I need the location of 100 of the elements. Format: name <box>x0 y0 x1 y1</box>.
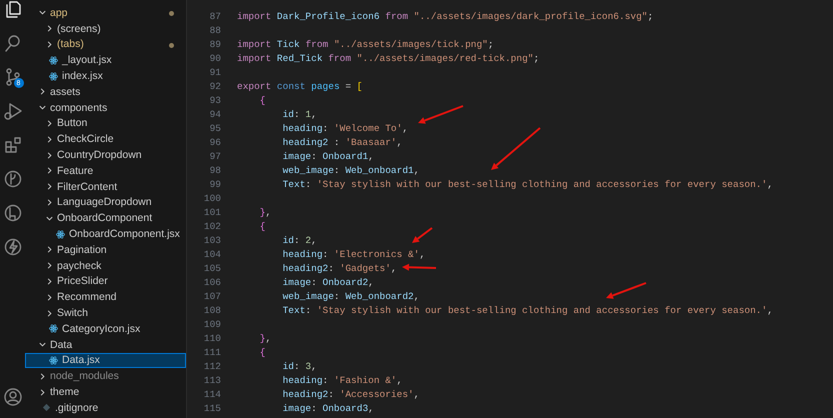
line-number: 96 <box>208 136 221 150</box>
folder-item[interactable]: app <box>25 5 186 21</box>
arrow-annotation <box>606 282 646 299</box>
atom-icon <box>49 72 58 81</box>
line-number: 108 <box>202 304 221 318</box>
folder-item[interactable]: Data <box>25 336 186 353</box>
folder-item[interactable]: CountryDropdown <box>25 147 186 163</box>
branch-icon[interactable] <box>4 68 22 86</box>
line-number: 87 <box>208 10 221 24</box>
folder-item[interactable]: PriceSlider <box>25 274 186 290</box>
file-item[interactable]: OnboardComponent.jsx <box>25 226 186 242</box>
folder-item[interactable]: theme <box>25 384 186 400</box>
blocks-icon[interactable] <box>4 136 22 154</box>
line-number: 106 <box>202 276 221 290</box>
file-item[interactable]: Data.jsx <box>25 352 186 368</box>
line-number: 93 <box>208 94 221 108</box>
folder-item[interactable]: Switch <box>25 305 186 321</box>
line-number: 113 <box>202 374 221 388</box>
arrow-annotation <box>491 127 541 170</box>
arrow-annotation <box>412 227 433 243</box>
diamond-icon <box>42 403 51 412</box>
code-line: }, <box>258 332 272 346</box>
line-number: 112 <box>202 360 221 374</box>
code-line: }, <box>258 206 272 220</box>
search-icon[interactable] <box>4 34 22 52</box>
file-item[interactable]: .gitignore <box>25 400 186 416</box>
files-icon[interactable] <box>4 0 22 18</box>
line-number: 92 <box>208 80 221 94</box>
folder-item[interactable]: node_modules <box>25 368 186 384</box>
line-number: 90 <box>208 52 221 66</box>
chevron-down-icon[interactable] <box>38 103 47 112</box>
account-icon[interactable] <box>4 388 22 406</box>
branch-circle-icon[interactable] <box>4 170 22 188</box>
line-number: 111 <box>202 346 221 360</box>
atom-icon <box>56 230 65 239</box>
line-number: 110 <box>202 332 221 346</box>
code-line: heading2: 'Gadgets', <box>282 262 397 276</box>
code-line: heading2 : 'Baasaar', <box>282 136 402 150</box>
line-number: 97 <box>208 150 221 164</box>
code-line: web_image: Web_onboard1, <box>282 164 420 178</box>
line-number: 95 <box>208 122 221 136</box>
line-number: 107 <box>202 290 221 304</box>
lightning-icon[interactable] <box>4 238 22 256</box>
code-line: image: Onboard3, <box>282 402 374 416</box>
line-number: 102 <box>202 220 221 234</box>
line-number: 88 <box>208 24 221 38</box>
folder-item[interactable]: LanguageDropdown <box>25 194 186 210</box>
code-line: { <box>258 94 266 108</box>
folder-item[interactable]: assets <box>25 84 186 100</box>
code-line: import Tick from "../assets/images/tick.png"; <box>237 38 494 52</box>
code-line: heading: 'Welcome To', <box>282 122 408 136</box>
code-line: Text: 'Stay stylish with our best-selling clothing and accessories for every season.', <box>282 178 773 192</box>
folder-item[interactable]: OnboardComponent <box>25 210 186 226</box>
arrow-annotation <box>402 264 436 271</box>
folder-item[interactable]: Feature <box>25 162 186 179</box>
code-line: image: Onboard1, <box>282 150 374 164</box>
line-number: 101 <box>202 206 221 220</box>
chevron-down-icon[interactable] <box>38 8 47 18</box>
folder-item[interactable]: FilterContent <box>25 178 186 195</box>
line-number: 115 <box>202 402 221 416</box>
code-line: heading: 'Fashion &', <box>282 374 402 388</box>
atom-icon <box>49 356 58 365</box>
code-line: import Dark_Profile_icon6 from "../assets/images/dark_profile_icon6.svg"; <box>237 10 654 24</box>
file-item[interactable]: _layout.jsx <box>25 52 186 68</box>
modified-dot <box>169 11 174 16</box>
folder-item[interactable]: CheckCircle <box>25 131 186 148</box>
chevron-right-icon[interactable] <box>38 87 47 96</box>
modified-dot <box>169 42 174 48</box>
line-number: 91 <box>208 66 221 80</box>
file-item[interactable]: CategoryIcon.jsx <box>25 320 186 337</box>
atom-icon <box>49 324 58 334</box>
tag-circle-icon[interactable] <box>4 204 22 222</box>
code-line: id: 1, <box>282 108 317 122</box>
line-number: 109 <box>202 318 221 332</box>
code-line: import Red_Tick from "../assets/images/red-tick.png"; <box>237 52 540 66</box>
line-number: 94 <box>208 108 221 122</box>
file-item[interactable]: index.jsx <box>25 68 186 84</box>
chevron-down-icon[interactable] <box>38 340 47 350</box>
code-line: image: Onboard2, <box>282 276 374 290</box>
line-number: 105 <box>202 262 221 276</box>
line-number: 103 <box>202 234 221 248</box>
line-number: 104 <box>202 248 221 262</box>
folder-item[interactable]: paycheck <box>25 258 186 274</box>
line-number: 114 <box>202 388 221 402</box>
line-number: 98 <box>208 164 221 178</box>
play-bug-icon[interactable] <box>4 102 22 120</box>
folder-item[interactable]: Pagination <box>25 242 186 258</box>
atom-icon <box>49 56 58 65</box>
arrow-annotation <box>418 105 464 124</box>
folder-item[interactable]: (screens) <box>25 20 186 37</box>
line-number: 100 <box>202 192 221 206</box>
line-number: 89 <box>208 38 221 52</box>
folder-item[interactable]: (tabs) <box>25 36 186 52</box>
code-line: heading: 'Electronics &', <box>282 248 426 262</box>
folder-item[interactable]: Recommend <box>25 289 186 306</box>
code-line: export const pages = [ <box>237 80 362 94</box>
code-line: { <box>258 346 266 360</box>
folder-item[interactable]: Button <box>25 116 186 132</box>
code-line: id: 3, <box>282 360 317 374</box>
folder-item[interactable]: components <box>25 100 186 116</box>
